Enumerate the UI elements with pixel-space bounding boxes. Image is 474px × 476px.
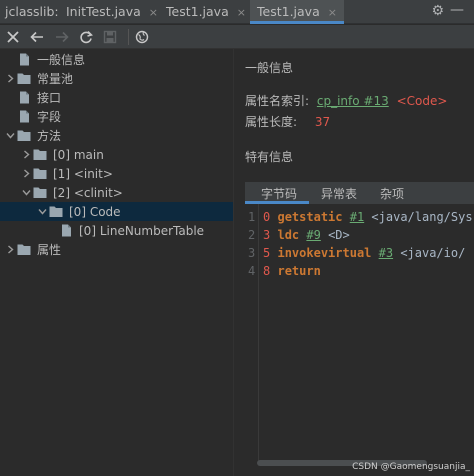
detail-pane: 一般信息 属性名索引: cp_info #13 <Code> 属性长度: 37 … <box>234 49 474 476</box>
chevron-down-icon[interactable] <box>4 131 16 140</box>
chevron-right-icon[interactable] <box>4 74 16 83</box>
attribute-length-value: 37 <box>314 115 331 129</box>
toolbar <box>0 25 474 49</box>
tree-item-line-number-table[interactable]: [0] LineNumberTable <box>0 221 233 240</box>
tab-test1-java[interactable]: Test1.java × <box>166 0 246 24</box>
folder-icon <box>32 167 48 181</box>
chevron-right-icon[interactable] <box>20 169 32 178</box>
constant-ref-link[interactable]: #1 <box>350 210 364 224</box>
file-icon <box>16 91 32 105</box>
line-number-gutter: 1 2 3 4 <box>245 204 259 464</box>
code-line: 8 return <box>263 264 321 278</box>
folder-icon <box>32 186 48 200</box>
tree-item-general-info[interactable]: 一般信息 <box>0 50 233 69</box>
toolbar-separator <box>128 29 129 45</box>
forward-icon[interactable] <box>53 28 71 46</box>
watermark: CSDN @Gaomengsuanjia_ <box>352 462 470 472</box>
attribute-name-index-label: 属性名索引: <box>245 94 310 108</box>
class-structure-tree: 一般信息 常量池 接口 字段 方法 [0] main [1] <init> [2… <box>0 49 233 476</box>
chevron-down-icon[interactable] <box>36 207 48 216</box>
tab-bytecode[interactable]: 字节码 <box>245 182 310 204</box>
folder-icon <box>16 72 32 86</box>
close-tab-icon[interactable]: × <box>149 6 158 19</box>
close-icon[interactable] <box>4 28 22 46</box>
refresh-icon[interactable] <box>77 28 95 46</box>
tab-label: Test1.java <box>166 4 229 19</box>
back-icon[interactable] <box>28 28 46 46</box>
general-info-title: 一般信息 <box>245 61 294 75</box>
tab-misc[interactable]: 杂项 <box>380 182 404 204</box>
editor-tab-bar: jclasslib: InitTest.java × Test1.java × Te… <box>0 0 474 24</box>
cp-info-link[interactable]: cp_info #13 <box>317 94 389 108</box>
bytecode-view[interactable]: 1 2 3 4 0 getstatic #1 <java/lang/Sys 3 … <box>245 204 474 464</box>
attribute-length-label: 属性长度: <box>245 115 298 129</box>
folder-icon <box>32 148 48 162</box>
close-tab-icon[interactable]: × <box>237 6 246 19</box>
attribute-name-value: <Code> <box>396 94 448 108</box>
specific-info-tabs: 字节码 异常表 杂项 <box>245 182 474 204</box>
constant-ref-link[interactable]: #9 <box>306 228 320 242</box>
gear-icon[interactable]: ⚙ <box>431 3 444 19</box>
tree-item-fields[interactable]: 字段 <box>0 107 233 126</box>
tree-item-attributes[interactable]: 属性 <box>0 240 233 259</box>
constant-ref-link[interactable]: #3 <box>379 246 393 260</box>
tree-item-method-main[interactable]: [0] main <box>0 145 233 164</box>
tool-window-title: jclasslib: <box>5 4 59 19</box>
tree-item-constant-pool[interactable]: 常量池 <box>0 69 233 88</box>
file-icon <box>58 224 74 238</box>
tab-exception-table[interactable]: 异常表 <box>321 182 357 204</box>
chevron-right-icon[interactable] <box>20 150 32 159</box>
web-icon[interactable] <box>133 28 151 46</box>
tab-inittest-java[interactable]: InitTest.java × <box>66 0 158 24</box>
file-icon <box>16 110 32 124</box>
chevron-down-icon[interactable] <box>20 188 32 197</box>
tab-label: InitTest.java <box>66 4 141 19</box>
tab-test1-java-active[interactable]: Test1.java × <box>250 0 344 24</box>
tab-label: Test1.java <box>257 4 320 19</box>
file-icon <box>16 53 32 67</box>
tree-item-method-clinit[interactable]: [2] <clinit> <box>0 183 233 202</box>
close-tab-icon[interactable]: × <box>328 6 337 19</box>
code-line: 5 invokevirtual #3 <java/io/ <box>263 246 466 260</box>
specific-info-title: 特有信息 <box>245 150 294 164</box>
folder-icon <box>16 243 32 257</box>
folder-icon <box>48 205 64 219</box>
code-line: 0 getstatic #1 <java/lang/Sys <box>263 210 473 224</box>
attribute-name-index-row: 属性名索引: cp_info #13 <Code> <box>245 92 447 109</box>
tree-item-method-init[interactable]: [1] <init> <box>0 164 233 183</box>
minimize-icon[interactable]: — <box>450 2 464 18</box>
attribute-length-row: 属性长度: 37 <box>245 113 330 130</box>
tree-item-code-attribute[interactable]: [0] Code <box>0 202 233 221</box>
code-line: 3 ldc #9 <D> <box>263 228 350 242</box>
save-icon[interactable] <box>101 28 119 46</box>
tree-item-methods[interactable]: 方法 <box>0 126 233 145</box>
tree-item-interfaces[interactable]: 接口 <box>0 88 233 107</box>
folder-icon <box>16 129 32 143</box>
chevron-right-icon[interactable] <box>4 245 16 254</box>
